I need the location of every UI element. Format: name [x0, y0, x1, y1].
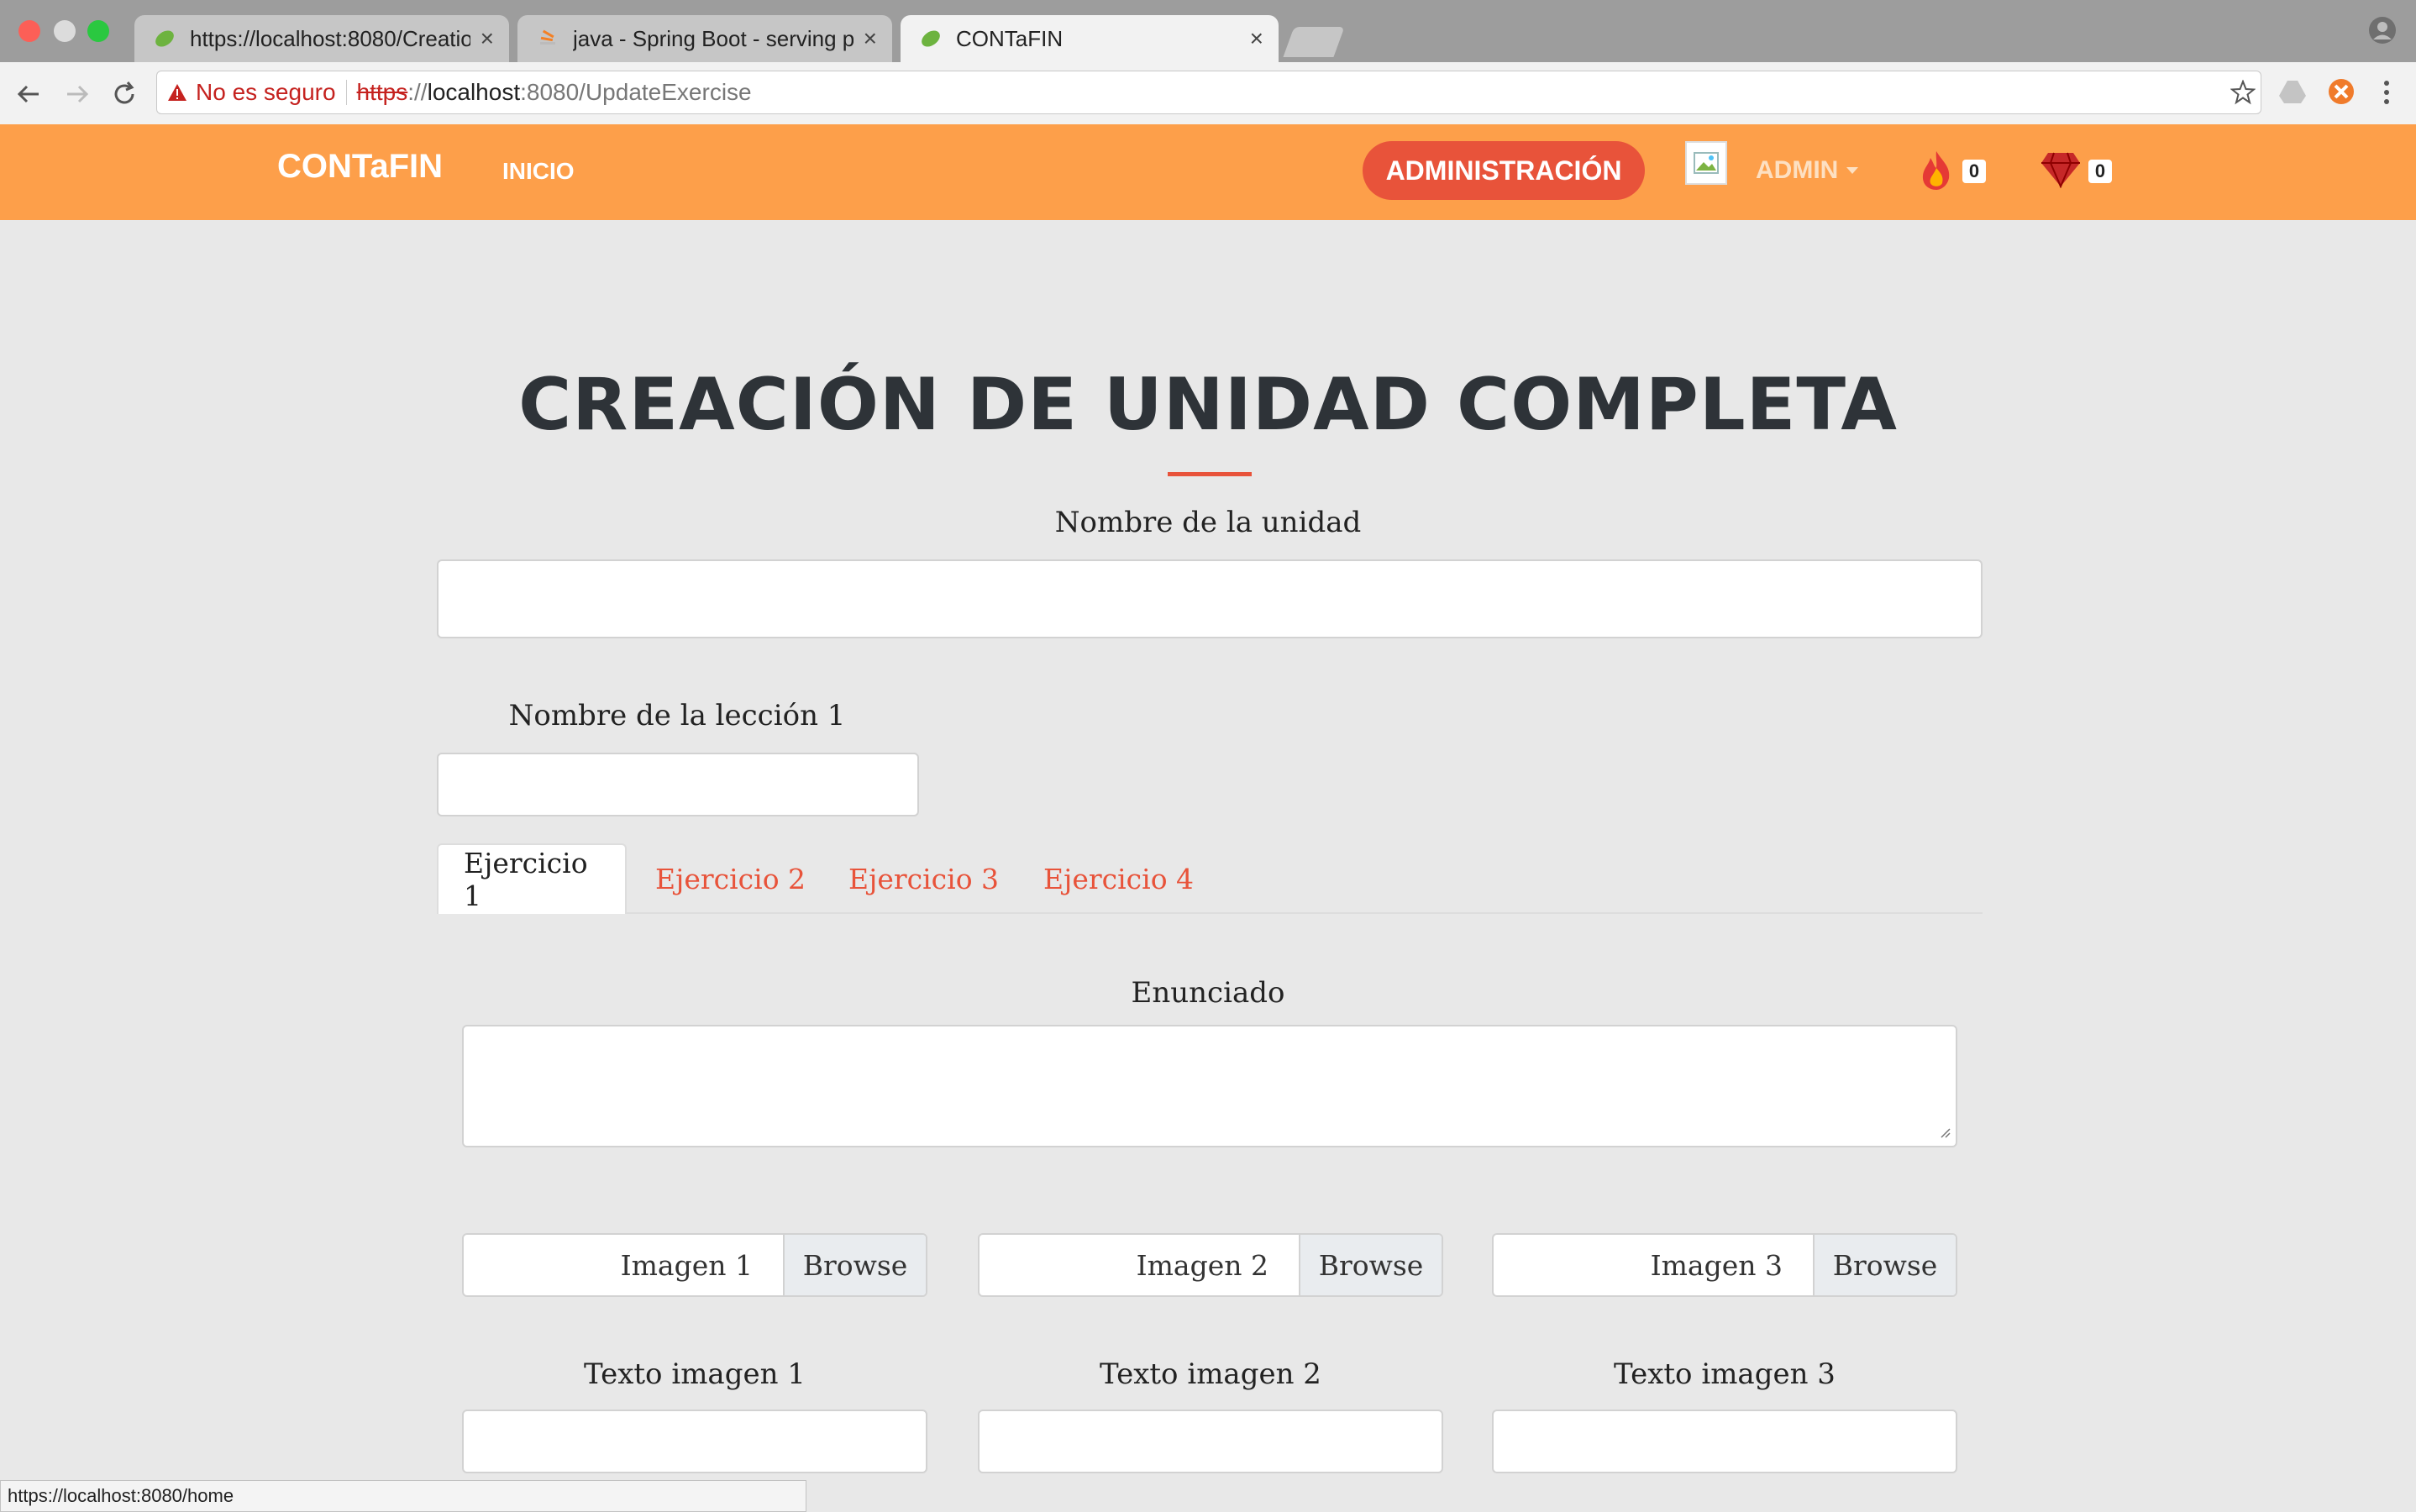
- zoom-window-button[interactable]: [87, 20, 109, 42]
- browser-tab-3[interactable]: CONTaFIN ×: [901, 15, 1279, 62]
- image-2-file-label: Imagen 2: [1136, 1248, 1268, 1282]
- image-3-file-label: Imagen 3: [1650, 1248, 1783, 1282]
- tab-ejercicio-4[interactable]: Ejercicio 4: [1043, 843, 1194, 914]
- close-tab-icon[interactable]: ×: [481, 25, 494, 52]
- user-menu-dropdown[interactable]: ADMIN: [1756, 156, 1859, 185]
- tab-ejercicio-2[interactable]: Ejercicio 2: [655, 843, 806, 914]
- close-tab-icon[interactable]: ×: [864, 25, 877, 52]
- close-window-button[interactable]: [18, 20, 40, 42]
- statement-label: Enunciado: [1131, 976, 1285, 1010]
- close-tab-icon[interactable]: ×: [1250, 25, 1263, 52]
- profile-icon[interactable]: [2367, 15, 2398, 45]
- brand-logo[interactable]: CONTaFIN: [277, 148, 443, 186]
- url-path: :8080/UpdateExercise: [520, 79, 752, 105]
- tab-title: java - Spring Boot - serving pu: [573, 25, 853, 51]
- image-1-file-input[interactable]: Imagen 1 Browse: [462, 1233, 927, 1297]
- browser-tab-1[interactable]: https://localhost:8080/Creation ×: [134, 15, 509, 62]
- lesson-name-label: Nombre de la lección 1: [508, 699, 846, 732]
- unit-name-input[interactable]: [437, 559, 1983, 638]
- statement-textarea[interactable]: [462, 1025, 1957, 1147]
- address-divider: [345, 80, 347, 105]
- streak-counter: 0: [1962, 160, 1986, 183]
- image-1-text-label: Texto imagen 1: [584, 1357, 806, 1391]
- image-2-text-input[interactable]: [978, 1410, 1443, 1473]
- url-host: localhost: [427, 79, 521, 105]
- back-icon[interactable]: [12, 77, 45, 111]
- lesson-name-input[interactable]: [437, 753, 919, 816]
- tab-ejercicio-1[interactable]: Ejercicio 1: [437, 843, 627, 914]
- bookmark-star-icon[interactable]: [2230, 79, 2256, 111]
- user-menu-label: ADMIN: [1756, 156, 1839, 184]
- flame-icon: [1917, 150, 1956, 192]
- forward-icon[interactable]: [60, 77, 94, 111]
- image-3-text-input[interactable]: [1492, 1410, 1957, 1473]
- chevron-down-icon: [1846, 167, 1859, 174]
- image-2-text-label: Texto imagen 2: [1100, 1357, 1321, 1391]
- extension-icon[interactable]: [2327, 77, 2356, 110]
- warning-icon: [167, 83, 187, 102]
- title-divider: [1168, 472, 1252, 476]
- image-2-file-input[interactable]: Imagen 2 Browse: [978, 1233, 1443, 1297]
- image-1-text-input[interactable]: [462, 1410, 927, 1473]
- image-2-browse-button[interactable]: Browse: [1299, 1235, 1442, 1295]
- browser-tab-2[interactable]: java - Spring Boot - serving pu ×: [517, 15, 892, 62]
- drive-extension-icon[interactable]: [2278, 79, 2307, 108]
- administration-button[interactable]: ADMINISTRACIÓN: [1363, 141, 1645, 200]
- tab-title: CONTaFIN: [956, 25, 1064, 51]
- image-3-text-label: Texto imagen 3: [1614, 1357, 1836, 1391]
- stackoverflow-icon: [536, 27, 559, 50]
- tab-title: https://localhost:8080/Creation: [190, 25, 470, 51]
- url-scheme: https: [356, 79, 408, 105]
- image-1-file-label: Imagen 1: [620, 1248, 753, 1282]
- page-title: CREACIÓN DE UNIDAD COMPLETA: [518, 363, 1898, 447]
- resize-handle-icon[interactable]: [1937, 1125, 1951, 1142]
- tab-ejercicio-3[interactable]: Ejercicio 3: [848, 843, 999, 914]
- reload-icon[interactable]: [108, 77, 141, 111]
- spring-leaf-icon: [919, 27, 943, 50]
- status-bar-url: https://localhost:8080/home: [0, 1480, 806, 1512]
- address-bar[interactable]: No es seguro https://localhost:8080/Upda…: [156, 71, 2261, 114]
- minimize-window-button[interactable]: [54, 20, 76, 42]
- image-3-file-input[interactable]: Imagen 3 Browse: [1492, 1233, 1957, 1297]
- nav-link-inicio[interactable]: INICIO: [502, 158, 575, 185]
- browser-menu-icon[interactable]: [2382, 79, 2391, 110]
- spring-leaf-icon: [153, 27, 176, 50]
- gem-icon: [2040, 150, 2080, 192]
- unit-name-label: Nombre de la unidad: [1054, 506, 1362, 539]
- image-3-browse-button[interactable]: Browse: [1813, 1235, 1956, 1295]
- security-status[interactable]: No es seguro: [196, 79, 336, 106]
- image-1-browse-button[interactable]: Browse: [783, 1235, 926, 1295]
- gems-counter: 0: [2088, 160, 2112, 183]
- user-avatar[interactable]: [1685, 141, 1727, 185]
- url-separator: ://: [407, 79, 428, 105]
